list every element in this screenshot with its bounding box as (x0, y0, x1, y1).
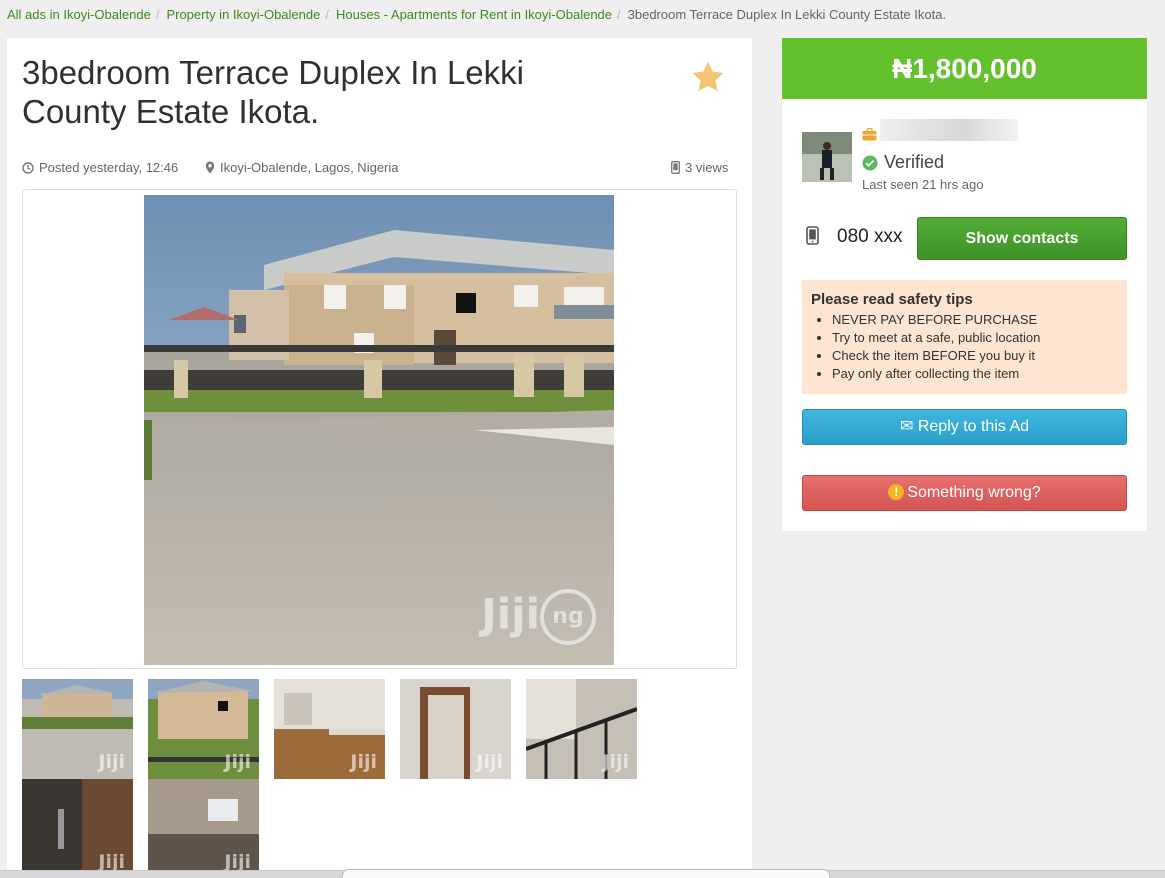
thumbnail[interactable]: Jiji (22, 679, 133, 779)
thumbnail[interactable]: Jiji (148, 779, 259, 878)
thumbnail[interactable]: Jiji (526, 679, 637, 779)
posted-time: Posted yesterday, 12:46 (39, 160, 179, 175)
verified-badge: Verified (862, 152, 944, 173)
phone-icon (806, 226, 819, 245)
reply-to-ad-button[interactable]: ✉ Reply to this Ad (802, 409, 1127, 445)
report-label: Something wrong? (907, 484, 1041, 501)
verified-label: Verified (884, 152, 945, 172)
ad-title: 3bedroom Terrace Duplex In Lekki County … (22, 54, 524, 130)
phone-icon (671, 161, 680, 174)
main-photo-frame: Jiji ng (22, 189, 737, 669)
seller-sidebar: ₦1,800,000 Verified Last seen 21 hrs ago… (782, 38, 1147, 531)
briefcase-icon (862, 128, 877, 141)
envelope-icon: ✉ (899, 418, 914, 435)
price: ₦1,800,000 (782, 38, 1147, 99)
reply-label: Reply to this Ad (917, 418, 1030, 435)
phone-number: 080 xxx (837, 226, 903, 247)
watermark: Jiji (602, 751, 629, 773)
thumbnail[interactable]: Jiji (22, 779, 133, 878)
thumbnail[interactable]: Jiji (274, 679, 385, 779)
ad-details-card: 3bedroom Terrace Duplex In Lekki County … (7, 38, 752, 878)
bottom-popup (342, 869, 830, 878)
map-pin-icon (205, 161, 215, 174)
warning-icon: ! (888, 484, 905, 500)
seller-name-redacted (880, 119, 1018, 141)
breadcrumb-separator: / (617, 7, 621, 22)
star-icon[interactable] (690, 59, 726, 95)
breadcrumb-separator: / (155, 7, 160, 22)
avatar[interactable] (802, 132, 852, 182)
safety-tip: Pay only after collecting the item (832, 365, 1118, 383)
safety-tip: NEVER PAY BEFORE PURCHASE (832, 311, 1118, 329)
breadcrumb: All ads in Ikoyi-Obalende / Property in Ik… (7, 7, 946, 22)
safety-tips-title: Please read safety tips (811, 291, 973, 308)
breadcrumb-separator: / (325, 7, 329, 22)
clock-icon (22, 161, 34, 174)
last-seen: Last seen 21 hrs ago (862, 177, 984, 192)
show-contacts-button[interactable]: Show contacts (917, 217, 1127, 260)
breadcrumb-link-all-ads[interactable]: All ads in Ikoyi-Obalende (7, 7, 151, 22)
breadcrumb-link-property[interactable]: Property in Ikoyi-Obalende (166, 7, 320, 22)
watermark: Jiji (224, 751, 251, 773)
location-meta: Ikoyi-Obalende, Lagos, Nigeria (205, 160, 399, 175)
thumbnail[interactable]: Jiji (400, 679, 511, 779)
views-count: 3 views (685, 160, 729, 175)
watermark: Jiji (98, 751, 125, 773)
watermark: Jiji (350, 751, 377, 773)
thumbnail[interactable]: Jiji (148, 679, 259, 779)
report-problem-button[interactable]: ! Something wrong? (802, 475, 1127, 511)
safety-tip: Check the item BEFORE you buy it (832, 347, 1118, 365)
posted-meta: Posted yesterday, 12:46 (22, 160, 178, 175)
location-text: Ikoyi-Obalende, Lagos, Nigeria (220, 160, 399, 175)
watermark: Jiji (476, 751, 503, 773)
safety-tip: Try to meet at a safe, public location (832, 329, 1118, 347)
breadcrumb-current: 3bedroom Terrace Duplex In Lekki County … (627, 7, 947, 22)
check-circle-icon (862, 155, 878, 170)
views-meta: 3 views (671, 160, 728, 175)
breadcrumb-link-houses-rent[interactable]: Houses - Apartments for Rent in Ikoyi-Ob… (336, 7, 612, 22)
safety-tips: Please read safety tips NEVER PAY BEFORE… (802, 280, 1127, 394)
jiji-watermark: Jiji ng (481, 589, 596, 645)
main-photo[interactable]: Jiji ng (144, 195, 614, 665)
